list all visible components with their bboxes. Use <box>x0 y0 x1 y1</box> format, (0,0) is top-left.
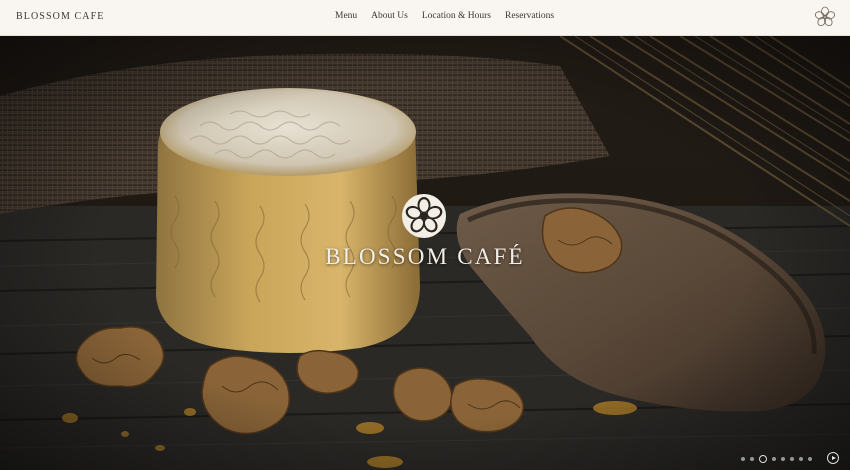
slide-indicators <box>741 455 812 463</box>
main-nav: Menu About Us Location & Hours Reservati… <box>335 11 554 21</box>
hero-slideshow: BLOSSOM CAFÉ <box>0 36 850 470</box>
slide-dot-6[interactable] <box>790 457 794 461</box>
hero-title: BLOSSOM CAFÉ <box>325 244 525 269</box>
slide-dot-4[interactable] <box>772 457 776 461</box>
slide-dot-1[interactable] <box>741 457 745 461</box>
flower-logo-icon[interactable] <box>814 6 836 28</box>
nav-location-hours[interactable]: Location & Hours <box>422 11 491 21</box>
nav-menu[interactable]: Menu <box>335 11 357 21</box>
slide-dot-2[interactable] <box>750 457 754 461</box>
slide-dot-8[interactable] <box>808 457 812 461</box>
site-header: BLOSSOM CAFE Menu About Us Location & Ho… <box>0 0 850 36</box>
nav-about-us[interactable]: About Us <box>371 11 408 21</box>
hero-flower-emblem-icon <box>402 194 446 238</box>
slide-dot-7[interactable] <box>799 457 803 461</box>
slide-dot-5[interactable] <box>781 457 785 461</box>
slide-dot-3-active[interactable] <box>759 455 767 463</box>
play-icon[interactable] <box>827 452 839 464</box>
nav-reservations[interactable]: Reservations <box>505 11 554 21</box>
site-brand[interactable]: BLOSSOM CAFE <box>16 11 105 22</box>
